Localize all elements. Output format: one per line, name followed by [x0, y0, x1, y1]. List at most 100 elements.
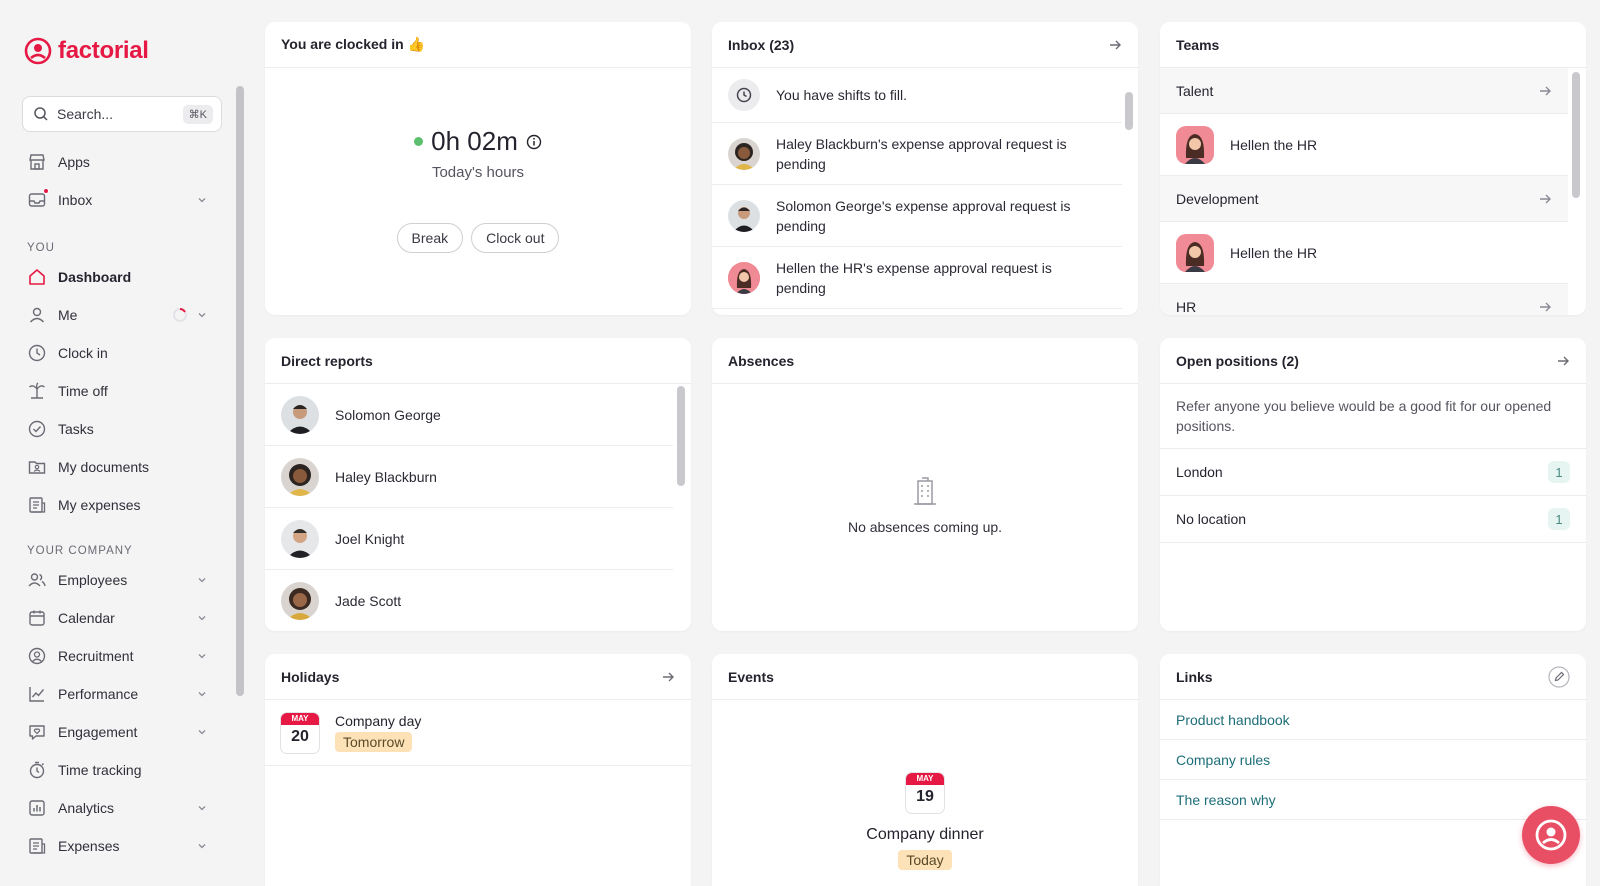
team-row-talent[interactable]: Talent — [1160, 68, 1568, 114]
sidebar-item-recruitment[interactable]: Recruitment — [26, 641, 212, 671]
absences-card: Absences No absences coming up. — [712, 338, 1138, 631]
arrow-right-icon[interactable] — [1538, 300, 1552, 314]
direct-report-row[interactable]: Joel Knight — [265, 508, 673, 570]
sidebar-item-my-expenses[interactable]: My expenses — [26, 490, 212, 520]
teams-list: Talent Hellen the HR Development Hellen … — [1160, 68, 1568, 315]
calendar-date-badge: MAY 20 — [281, 712, 319, 753]
edit-pencil-icon[interactable] — [1548, 665, 1570, 688]
direct-report-name: Joel Knight — [335, 530, 405, 547]
arrow-right-icon[interactable] — [1556, 354, 1570, 368]
chevron-down-icon[interactable] — [196, 574, 208, 586]
factorial-logo-icon — [24, 37, 52, 65]
sidebar-item-employees[interactable]: Employees — [26, 565, 212, 595]
arrow-right-icon[interactable] — [1538, 192, 1552, 206]
avatar — [728, 261, 760, 294]
sidebar-item-calendar[interactable]: Calendar — [26, 603, 212, 633]
holiday-row[interactable]: MAY 20 Company day Tomorrow — [265, 700, 691, 766]
card-header: Open positions (2) — [1160, 338, 1586, 384]
direct-reports-scrollbar[interactable] — [677, 386, 685, 486]
sidebar-item-time-tracking[interactable]: Time tracking — [26, 755, 212, 785]
chevron-down-icon[interactable] — [196, 840, 208, 852]
info-icon[interactable] — [526, 134, 542, 150]
check-circle-icon — [26, 418, 48, 440]
inbox-scrollbar[interactable] — [1125, 92, 1133, 130]
user-icon — [26, 304, 48, 326]
team-row-hr[interactable]: HR — [1160, 284, 1568, 315]
chevron-down-icon[interactable] — [196, 726, 208, 738]
card-title: Holidays — [281, 668, 340, 685]
link-the-reason-why[interactable]: The reason why — [1160, 780, 1586, 820]
sidebar-item-label: Clock in — [58, 345, 108, 361]
sidebar-item-me[interactable]: Me — [26, 300, 212, 330]
chevron-down-icon[interactable] — [196, 194, 208, 206]
sidebar-item-label: Me — [58, 307, 78, 323]
holidays-card: Holidays MAY 20 Company day Tomorrow — [265, 654, 691, 886]
sidebar-item-my-documents[interactable]: My documents — [26, 452, 212, 482]
stopwatch-icon — [26, 759, 48, 781]
inbox-list: You have shifts to fill. Haley Blackburn… — [712, 68, 1122, 309]
event-item[interactable]: MAY 19 Company dinner Today — [712, 773, 1138, 870]
inbox-item[interactable]: Solomon George's expense approval reques… — [712, 185, 1122, 247]
search-box[interactable]: Search... ⌘K — [22, 96, 222, 132]
direct-report-row[interactable]: Haley Blackburn — [265, 446, 673, 508]
factorial-logo[interactable]: factorial — [24, 37, 149, 65]
sidebar-item-expenses[interactable]: Expenses — [26, 831, 212, 861]
arrow-right-icon[interactable] — [1108, 38, 1122, 52]
sidebar-item-dashboard[interactable]: Dashboard — [26, 262, 212, 292]
sidebar-item-performance[interactable]: Performance — [26, 679, 212, 709]
inbox-item[interactable]: Hellen the HR's expense approval request… — [712, 247, 1122, 309]
position-location-row[interactable]: London 1 — [1160, 449, 1586, 496]
sidebar-item-engagement[interactable]: Engagement — [26, 717, 212, 747]
recruit-icon — [26, 645, 48, 667]
home-icon — [26, 266, 48, 288]
teams-scrollbar[interactable] — [1572, 72, 1580, 198]
sidebar-item-label: Time off — [58, 383, 108, 399]
position-location-row[interactable]: No location 1 — [1160, 496, 1586, 543]
chevron-down-icon[interactable] — [196, 612, 208, 624]
arrow-right-icon[interactable] — [661, 670, 675, 684]
clock-icon — [728, 79, 760, 111]
inbox-item[interactable]: Haley Blackburn's expense approval reque… — [712, 123, 1122, 185]
team-row-development[interactable]: Development — [1160, 176, 1568, 222]
clock-timer: 0h 02m — [265, 126, 691, 157]
section-label-you: YOU — [27, 242, 55, 254]
chevron-down-icon[interactable] — [196, 688, 208, 700]
sidebar-scrollbar[interactable] — [236, 86, 244, 696]
chart-line-icon — [26, 683, 48, 705]
card-header: Events — [712, 654, 1138, 700]
team-member-row[interactable]: Hellen the HR — [1160, 114, 1568, 176]
team-member-row[interactable]: Hellen the HR — [1160, 222, 1568, 284]
sidebar-item-clock-in[interactable]: Clock in — [26, 338, 212, 368]
arrow-right-icon[interactable] — [1538, 84, 1552, 98]
direct-report-row[interactable]: Solomon George — [265, 384, 673, 446]
sidebar-item-label: Dashboard — [58, 269, 132, 285]
avatar — [281, 581, 319, 620]
chevron-down-icon[interactable] — [196, 802, 208, 814]
event-tag: Today — [898, 850, 952, 870]
direct-report-row[interactable]: Jade Scott — [265, 570, 673, 631]
avatar — [1176, 233, 1214, 272]
sidebar-item-label: Calendar — [58, 610, 115, 626]
sidebar-item-time-off[interactable]: Time off — [26, 376, 212, 406]
teams-card: Teams Talent Hellen the HR Development H… — [1160, 22, 1586, 315]
chevron-down-icon[interactable] — [196, 309, 208, 321]
sidebar-item-label: Performance — [58, 686, 139, 702]
sidebar-item-label: My documents — [58, 459, 150, 475]
inbox-item[interactable]: You have shifts to fill. — [712, 68, 1122, 123]
clock-card: You are clocked in 👍 0h 02m Today's hour… — [265, 22, 691, 315]
support-chat-button[interactable] — [1522, 806, 1580, 864]
clock-time: 0h 02m — [431, 126, 518, 156]
sidebar-item-inbox[interactable]: Inbox — [26, 185, 212, 215]
sidebar-item-apps[interactable]: Apps — [26, 147, 212, 177]
clock-out-button[interactable]: Clock out — [471, 223, 560, 253]
sidebar-item-tasks[interactable]: Tasks — [26, 414, 212, 444]
chevron-down-icon[interactable] — [196, 650, 208, 662]
avatar — [1176, 125, 1214, 164]
sidebar-item-analytics[interactable]: Analytics — [26, 793, 212, 823]
inbox-item-text: Haley Blackburn's expense approval reque… — [776, 135, 1067, 172]
link-company-rules[interactable]: Company rules — [1160, 740, 1586, 780]
bar-chart-icon — [26, 797, 48, 819]
break-button[interactable]: Break — [396, 223, 464, 253]
links-card: Links Product handbook Company rules The… — [1160, 654, 1586, 886]
link-product-handbook[interactable]: Product handbook — [1160, 700, 1586, 740]
